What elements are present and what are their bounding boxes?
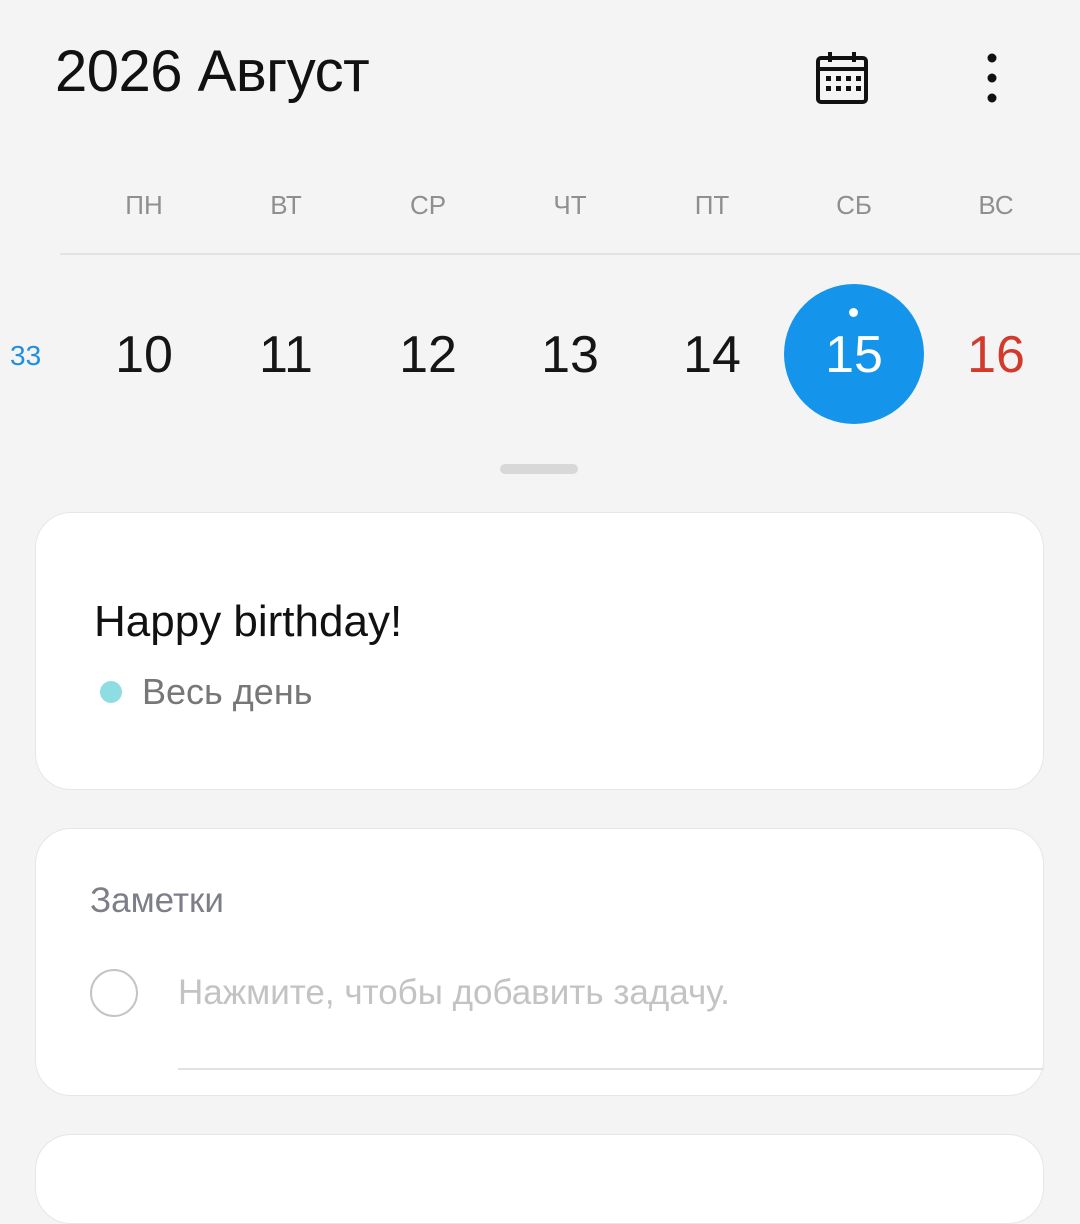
day-number: 13 <box>541 326 599 384</box>
weekday-label: ВС <box>978 190 1014 220</box>
day-cell-selected[interactable]: 15 <box>783 284 925 426</box>
additional-card <box>35 1134 1044 1224</box>
day-number: 14 <box>683 326 741 384</box>
more-vertical-icon <box>987 53 997 103</box>
weekday-label: ЧТ <box>553 190 587 220</box>
weekday-header: ПН ВТ СР ЧТ ПТ СБ ВС <box>73 190 1069 230</box>
weekday-label: ПН <box>125 190 163 220</box>
day-number: 15 <box>825 326 883 384</box>
header-divider <box>60 253 1080 255</box>
week-number: 33 <box>10 340 42 371</box>
drag-handle[interactable] <box>500 464 578 474</box>
day-cell[interactable]: 12 <box>357 284 499 426</box>
add-task-input[interactable] <box>178 973 1044 1013</box>
week-days-row: 10 11 12 13 14 15 16 <box>73 284 1069 426</box>
task-underline <box>178 1068 1044 1070</box>
weekday-label: ВТ <box>270 190 302 220</box>
page-title[interactable]: 2026 Август <box>55 38 370 105</box>
day-cell[interactable]: 10 <box>73 284 215 426</box>
day-number: 11 <box>259 326 313 384</box>
event-time: Весь день <box>142 671 313 712</box>
calendar-icon <box>816 52 868 104</box>
calendar-view-button[interactable] <box>808 46 876 110</box>
weekday-label: ПТ <box>694 190 730 220</box>
event-color-dot <box>100 681 122 703</box>
day-cell[interactable]: 14 <box>641 284 783 426</box>
event-title: Happy birthday! <box>94 597 403 646</box>
weekday-label: СР <box>409 190 447 220</box>
event-card[interactable]: Happy birthday! Весь день <box>35 512 1044 790</box>
day-number: 10 <box>115 326 173 384</box>
day-number: 12 <box>399 326 457 384</box>
more-options-button[interactable] <box>966 48 1018 108</box>
event-meta: Весь день <box>100 671 312 713</box>
event-indicator-dot <box>849 308 858 317</box>
notes-title: Заметки <box>90 881 224 920</box>
notes-card: Заметки <box>35 828 1044 1096</box>
day-number: 16 <box>967 326 1025 384</box>
day-cell[interactable]: 16 <box>925 284 1067 426</box>
task-checkbox[interactable] <box>90 969 138 1017</box>
day-cell[interactable]: 11 <box>215 284 357 426</box>
day-cell[interactable]: 13 <box>499 284 641 426</box>
weekday-label: СБ <box>836 190 872 220</box>
